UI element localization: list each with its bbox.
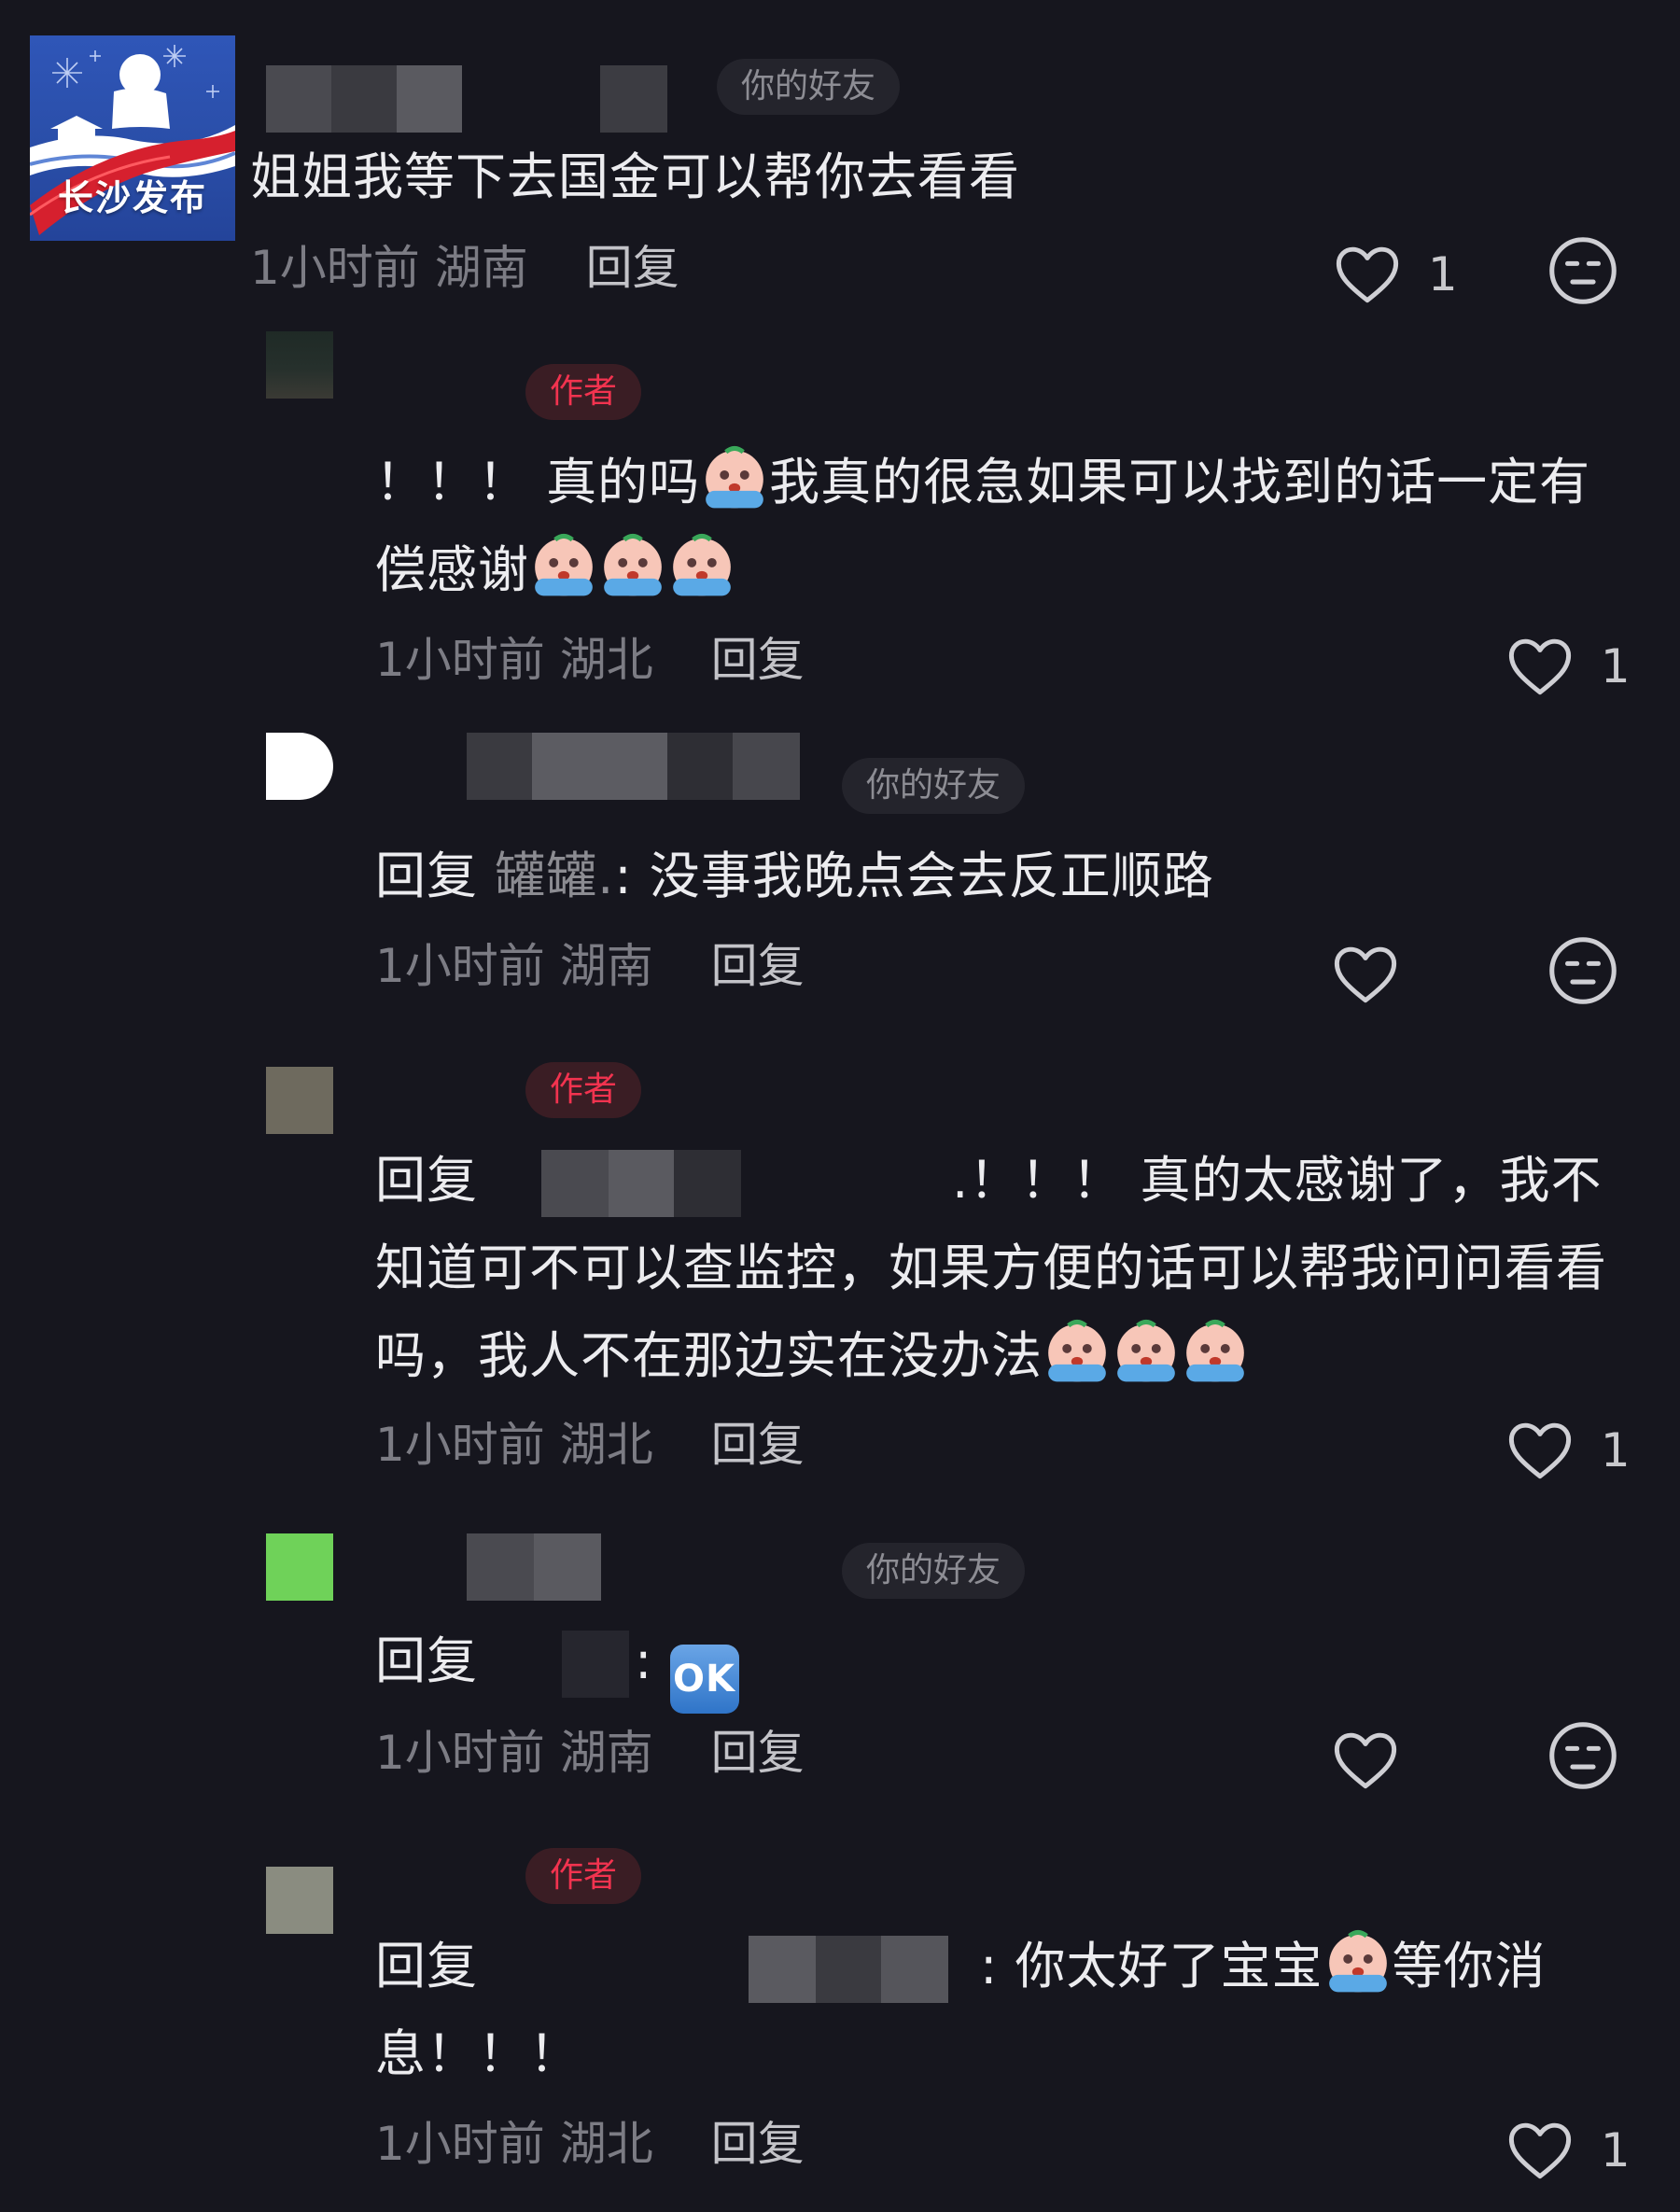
reply-prefix: 回复 [375,847,478,905]
like-button[interactable]: 1 [1335,233,1458,308]
comment-meta: 1小时前 湖南 回复 [375,933,805,999]
reply-button[interactable]: 回复 [711,1726,805,1780]
comment-location: 湖北 [559,633,653,687]
avatar[interactable] [266,1067,333,1134]
comment-time: 1小时前 [375,1418,545,1472]
reply-prefix: 回复 [375,1937,478,1995]
username-blurred [266,65,667,133]
reply-button[interactable]: 回复 [711,633,805,687]
comment-meta: 1小时前 湖北 回复 [375,1412,805,1477]
reply-to-username[interactable]: 罐罐. [495,847,614,905]
comment-location: 湖南 [559,1726,653,1780]
reply-button[interactable]: 回复 [711,2117,805,2171]
friend-badge: 你的好友 [842,1543,1026,1599]
username-blurred [467,1533,602,1601]
reply-prefix: 回复 [375,1631,478,1690]
like-button[interactable] [1333,1719,1411,1794]
username-blurred [467,733,803,800]
author-badge: 作者 [525,364,642,420]
crying-face-emoji [700,443,769,512]
like-count: 1 [1427,246,1458,301]
comment-time: 1小时前 [375,2117,545,2171]
comment-thread: 长沙发布 你的好友 姐姐我等下去国金可以帮你去看看 1小时前 湖南 回复 1 作… [0,0,1680,2212]
crying-face-emoji [1181,1317,1250,1386]
comment-location: 湖北 [559,1418,653,1472]
reply-to-username-blurred[interactable] [495,1631,635,1699]
like-count: 1 [1600,638,1631,693]
like-button[interactable]: 1 [1507,625,1631,700]
comment-text: 回复 罐罐.: 没事我晚点会去反正顺路 [375,833,1617,920]
crying-face-emoji [1323,1927,1393,1996]
crying-face-emoji [1112,1317,1181,1386]
avatar[interactable] [266,1533,333,1601]
comment-text: 回复 : OK [375,1617,1617,1714]
comment-text: 回复 .！！！ 真的太感谢了，我不知道可不可以查监控，如果方便的话可以帮我问问看… [375,1137,1617,1400]
reply-button[interactable]: 回复 [711,939,805,993]
comment-location: 湖南 [559,939,653,993]
comment-location: 湖北 [559,2117,653,2171]
like-count: 1 [1600,2122,1631,2177]
crying-face-emoji [529,531,598,600]
comment-meta: 1小时前 湖南 回复 [375,1720,805,1785]
crying-face-emoji [598,531,667,600]
crying-face-emoji [667,531,736,600]
comment-time: 1小时前 [375,939,545,993]
like-button[interactable]: 1 [1507,2109,1631,2184]
unamused-face-icon[interactable] [1547,235,1618,306]
unamused-face-icon[interactable] [1547,935,1618,1006]
comment-meta: 1小时前 湖北 回复 [375,2111,805,2177]
avatar[interactable] [266,733,333,800]
author-badge: 作者 [525,1062,642,1118]
heart-outline-icon [1508,1422,1572,1478]
ok-button-emoji: OK [669,1645,739,1714]
comment-meta: 1小时前 湖北 回复 [375,627,805,693]
like-button[interactable] [1333,933,1411,1008]
heart-outline-icon [1334,1732,1397,1788]
comment-text-part: : [635,1631,653,1690]
reply-to-username-blurred[interactable] [495,1936,980,2004]
avatar[interactable] [266,331,333,399]
like-count: 1 [1600,1422,1631,1477]
comment-text: 回复 : 你太好了宝宝 等你消息！！！ [375,1923,1617,2098]
comment-text: 姐姐我等下去国金可以帮你去看看 [250,147,1020,206]
comment-text: ！！！ 真的吗 我真的很急如果可以找到的话一定有偿感谢 [375,439,1617,614]
logo-text: 长沙发布 [57,177,207,218]
crying-face-emoji [1043,1317,1112,1386]
heart-outline-icon [1508,638,1572,694]
changsha-fabu-logo: 长沙发布 [30,35,235,241]
comment-time: 1小时前 [375,633,545,687]
avatar[interactable] [266,1867,333,1934]
heart-outline-icon [1334,946,1397,1002]
comment-text-part: : 没事我晚点会去反正顺路 [614,847,1214,905]
reply-button[interactable]: 回复 [586,241,679,295]
comment-meta: 1小时前 湖南 回复 [250,235,679,301]
friend-badge: 你的好友 [842,758,1026,814]
heart-outline-icon [1508,2122,1572,2178]
author-badge: 作者 [525,1848,642,1904]
reply-to-username-blurred[interactable] [495,1150,952,1218]
reply-prefix: 回复 [375,1151,478,1210]
unamused-face-icon[interactable] [1547,1720,1618,1791]
comment-location: 湖南 [434,241,528,295]
like-button[interactable]: 1 [1507,1409,1631,1484]
comment-text-part: : 你太好了宝宝 [980,1937,1323,1995]
reply-button[interactable]: 回复 [711,1418,805,1472]
comment-time: 1小时前 [250,241,420,295]
comment-text-part: ！！！ 真的吗 [375,453,701,511]
friend-badge: 你的好友 [717,59,901,115]
comment-time: 1小时前 [375,1726,545,1780]
heart-outline-icon [1336,246,1399,302]
